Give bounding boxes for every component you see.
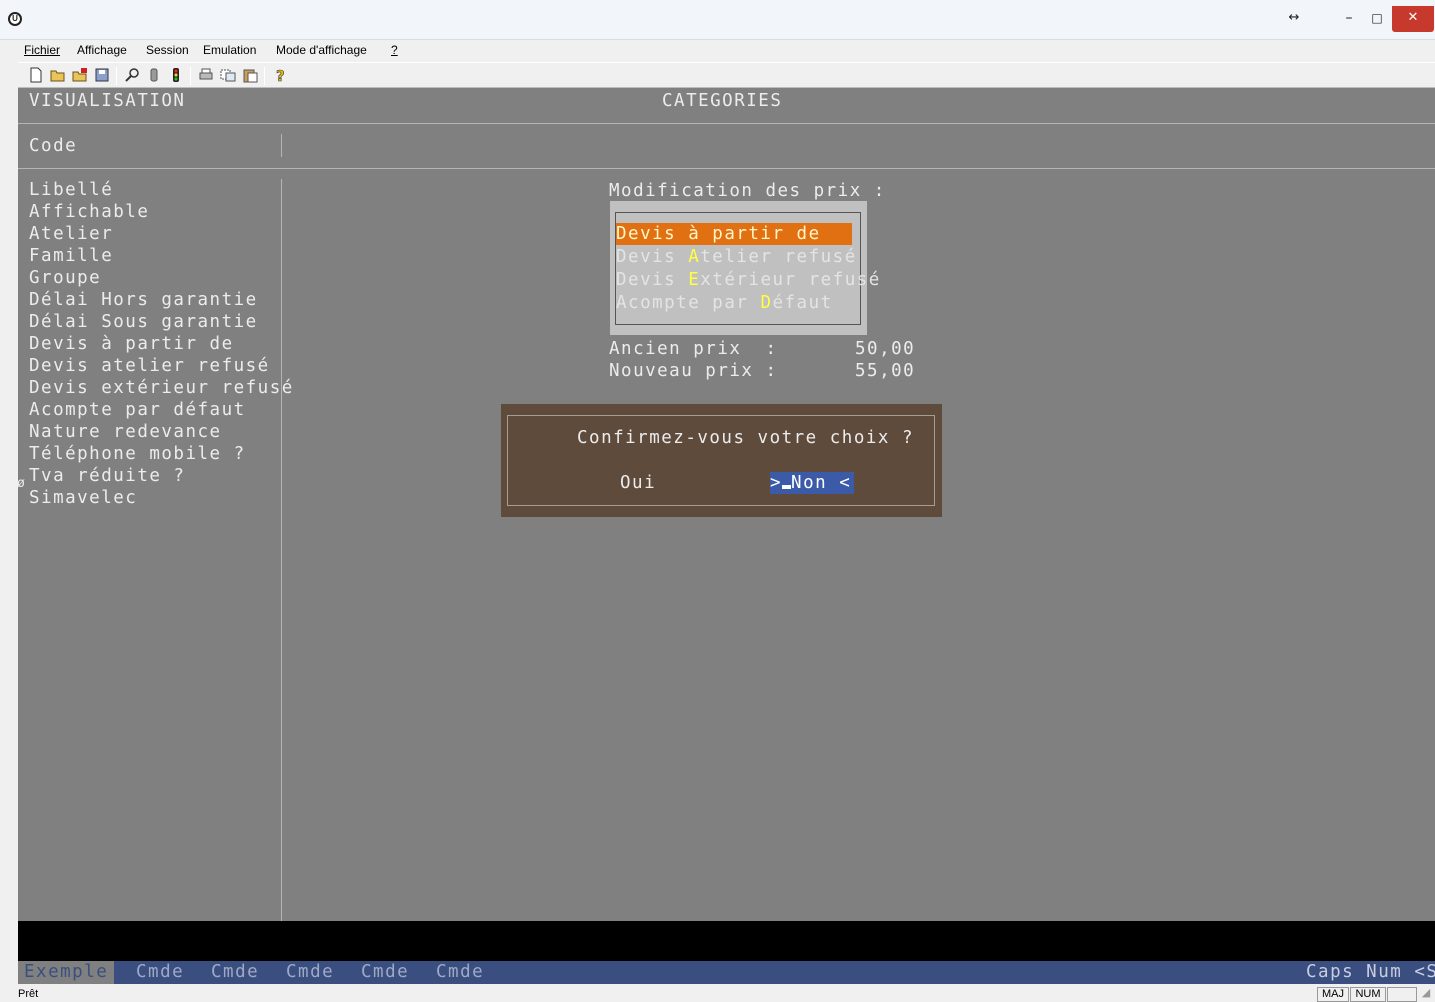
text-cursor [782,485,792,489]
option-text: Devis [616,270,689,290]
open-icon[interactable] [50,67,66,83]
toolbar: ? [18,62,1435,88]
svg-text:?: ? [276,67,285,83]
keyboard-state: Caps Num <S> [1306,962,1435,982]
new-price-label: Nouveau prix : [609,361,778,381]
code-divider [281,134,282,157]
no-button-prefix: > [770,473,783,493]
caps-indicator: MAJ [1317,987,1349,1002]
menu-option-devis-atelier[interactable]: Devis Atelier refusé [616,246,857,268]
function-key-bar: Exemple Cmde Cmde Cmde Cmde Cmde Caps Nu… [18,961,1435,984]
old-price-label: Ancien prix : [609,339,778,359]
print-icon[interactable] [198,67,214,83]
price-menu-title: Modification des prix : [609,181,886,201]
field-label: Simavelec [29,488,138,508]
num-indicator: NUM [1350,987,1386,1002]
disconnect-icon[interactable] [146,67,162,83]
field-label: Affichable [29,202,150,222]
field-label: Groupe [29,268,102,288]
no-button[interactable]: > Non < [770,472,855,494]
fkey-cmde[interactable]: Cmde [436,961,484,984]
save-icon[interactable] [94,67,110,83]
toolbar-separator [116,67,117,85]
header-divider [18,123,1435,124]
field-label: Devis atelier refusé [29,356,270,376]
status-bar: Prêt MAJ NUM ◢ [0,986,1435,1002]
menu-help[interactable]: ? [391,43,398,57]
title-bar: U ↔ – □ ✕ [0,0,1435,40]
no-button-label: Non < [791,473,852,493]
option-text: Devis [616,247,689,267]
field-label: Devis extérieur refusé [29,378,294,398]
menu-session[interactable]: Session [146,43,189,57]
field-labels: Libellé Affichable Atelier Famille Group… [29,179,294,509]
field-label: Acompte par défaut [29,400,246,420]
price-menu: Devis à partir de Devis Atelier refusé D… [610,201,879,335]
screen-title: CATEGORIES [662,91,783,111]
status-text: Prêt [18,988,39,1000]
close-button[interactable]: ✕ [1392,6,1434,32]
paste-icon[interactable] [242,67,258,83]
terminal-screen[interactable]: VISUALISATION CATEGORIES Code Libellé Af… [18,88,1435,984]
field-label: Nature redevance [29,422,222,442]
yes-button[interactable]: Oui [620,472,656,494]
open-session-icon[interactable] [72,67,88,83]
menu-emulation[interactable]: Emulation [203,43,256,57]
field-label: Délai Sous garantie [29,312,258,332]
code-label: Code [29,136,78,156]
field-label: Devis à partir de [29,334,234,354]
copy-icon[interactable] [220,67,236,83]
menu-bar: Fichier Affichage Session Emulation Mode… [0,40,1435,62]
menu-mode-affichage[interactable]: Mode d'affichage [276,43,367,57]
resize-icon[interactable]: ↔ [1282,6,1306,32]
resize-grip-icon[interactable]: ◢ [1419,987,1433,1002]
code-row-divider [18,168,1435,169]
toolbar-separator [190,67,191,85]
menu-affichage[interactable]: Affichage [77,43,127,57]
help-icon[interactable]: ? [272,67,288,86]
option-hotkey: D [760,293,773,313]
option-text: Acompte par [616,293,761,313]
field-label: Délai Hors garantie [29,290,258,310]
marker-icon: ø [18,476,27,491]
menu-fichier[interactable]: Fichier [24,43,60,57]
menu-option-acompte[interactable]: Acompte par Défaut [616,292,833,314]
confirm-dialog-frame: Confirmez-vous votre choix ? Oui > Non < [507,415,935,506]
traffic-light-icon[interactable] [168,67,184,83]
field-label: Libellé [29,180,114,200]
fkey-cmde[interactable]: Cmde [361,961,409,984]
minimize-button[interactable]: – [1337,6,1361,32]
price-menu-list: Devis à partir de Devis Atelier refusé D… [615,212,879,325]
fkey-cmde[interactable]: Cmde [286,961,334,984]
confirm-question: Confirmez-vous votre choix ? [577,428,915,448]
menu-option-devis-exterieur[interactable]: Devis Extérieur refusé [616,269,881,291]
menu-option-devis-a-partir[interactable]: Devis à partir de [616,223,852,245]
field-label: Atelier [29,224,114,244]
new-icon[interactable] [28,67,44,83]
confirm-dialog: Confirmez-vous votre choix ? Oui > Non < [501,404,942,517]
field-label: Tva réduite ? [29,466,186,486]
app-icon[interactable]: U [8,12,22,26]
fkey-exemple[interactable]: Exemple [18,961,115,984]
fkey-cmde[interactable]: Cmde [211,961,259,984]
toolbar-separator [264,67,265,85]
field-label: Téléphone mobile ? [29,444,246,464]
new-price-value: 55,00 [855,361,916,381]
command-line[interactable] [18,921,1435,961]
option-hotkey: A [688,247,701,267]
option-text: telier refusé [700,247,857,267]
option-hotkey: E [688,270,701,290]
fkey-cmde[interactable]: Cmde [136,961,184,984]
option-text: éfaut [772,293,833,313]
maximize-button[interactable]: □ [1365,6,1389,32]
option-text: xtérieur refusé [700,270,881,290]
screen-mode: VISUALISATION [29,91,186,111]
scroll-indicator [1387,987,1417,1002]
field-label: Famille [29,246,114,266]
search-icon[interactable] [124,67,140,83]
old-price-value: 50,00 [855,339,916,359]
window-left-frame [0,62,18,986]
option-text: Devis à partir de [616,224,821,244]
